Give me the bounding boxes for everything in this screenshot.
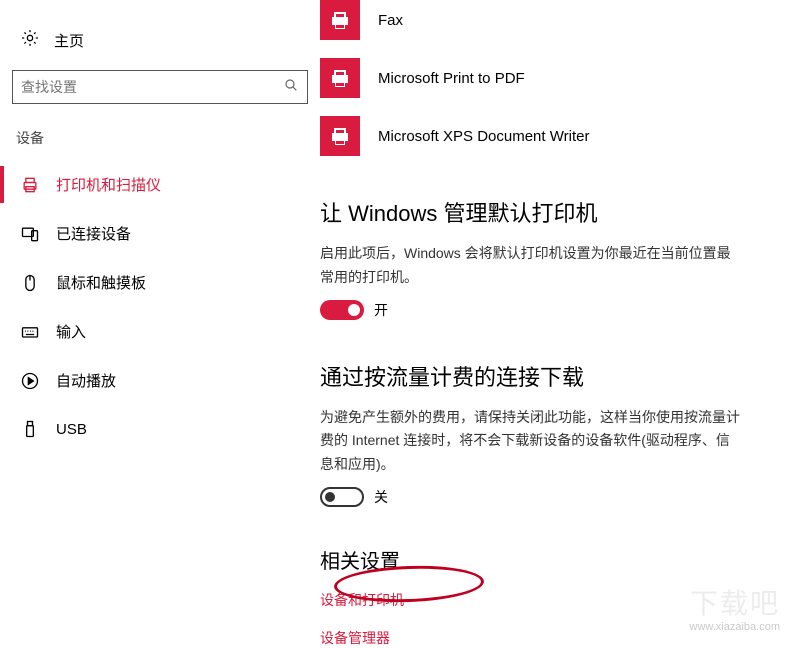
related-settings-heading: 相关设置 [320,545,768,574]
sidebar-item-label: 打印机和扫描仪 [56,174,161,195]
keyboard-icon [20,322,40,342]
autoplay-icon [20,371,40,391]
sidebar-item-autoplay[interactable]: 自动播放 [10,356,310,405]
printer-tile-icon [320,58,360,98]
printer-item-pdf[interactable]: Microsoft Print to PDF [320,58,768,98]
sidebar-item-usb[interactable]: USB [10,405,310,453]
devices-icon [20,224,40,244]
metered-heading: 通过按流量计费的连接下载 [320,360,768,392]
search-input[interactable] [21,79,283,95]
search-input-container[interactable] [12,70,308,104]
printer-label: Microsoft Print to PDF [378,70,525,87]
sidebar-item-label: 已连接设备 [56,223,131,244]
printer-item-xps[interactable]: Microsoft XPS Document Writer [320,116,768,156]
sidebar-item-connected[interactable]: 已连接设备 [10,209,310,258]
link-devices-and-printers[interactable]: 设备和打印机 [320,590,768,610]
sidebar-item-printers[interactable]: 打印机和扫描仪 [10,160,310,209]
default-printer-desc: 启用此项后，Windows 会将默认打印机设置为你最近在当前位置最常用的打印机。 [320,242,740,290]
sidebar-item-typing[interactable]: 输入 [10,307,310,356]
toggle-state-label: 关 [374,487,388,507]
sidebar-item-label: USB [56,421,87,438]
default-printer-heading: 让 Windows 管理默认打印机 [320,196,768,228]
printer-icon [20,175,40,195]
main-content: Fax Microsoft Print to PDF Microsoft XPS… [320,0,788,640]
printer-tile-icon [320,116,360,156]
metered-desc: 为避免产生额外的费用，请保持关闭此功能，这样当你使用按流量计费的 Interne… [320,406,740,477]
metered-toggle[interactable] [320,487,364,507]
mouse-icon [20,273,40,293]
printer-label: Microsoft XPS Document Writer [378,128,589,145]
sidebar-section-label: 设备 [10,124,310,152]
toggle-state-label: 开 [374,300,388,320]
sidebar-item-label: 自动播放 [56,370,116,391]
printer-label: Fax [378,12,403,29]
printer-tile-icon [320,0,360,40]
search-icon [283,77,299,98]
gear-icon [20,28,40,52]
usb-icon [20,419,40,439]
sidebar: 主页 设备 打印机和扫描仪 [0,0,320,640]
home-button[interactable]: 主页 [10,22,310,58]
sidebar-item-label: 输入 [56,321,86,342]
printer-item-fax[interactable]: Fax [320,0,768,40]
home-label: 主页 [54,30,84,51]
default-printer-toggle[interactable] [320,300,364,320]
sidebar-item-label: 鼠标和触摸板 [56,272,146,293]
sidebar-item-mouse[interactable]: 鼠标和触摸板 [10,258,310,307]
link-device-manager[interactable]: 设备管理器 [320,628,768,648]
